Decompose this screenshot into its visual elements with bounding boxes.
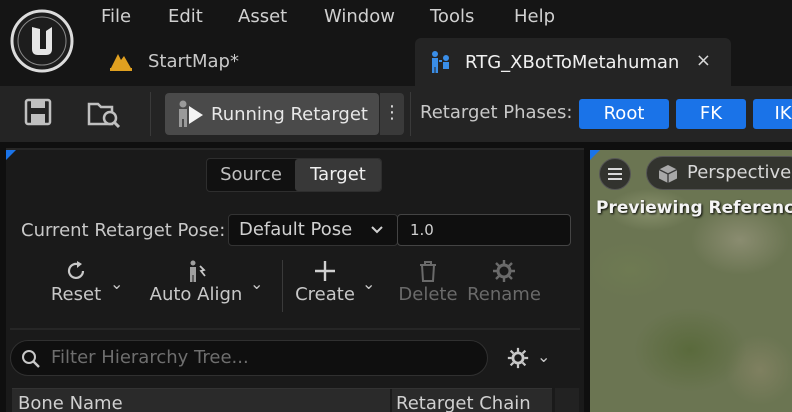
panel-divider: [10, 328, 580, 330]
hierarchy-scrollbar[interactable]: [555, 388, 579, 412]
pose-dropdown[interactable]: Default Pose: [228, 214, 398, 246]
viewport-status-text: Previewing Reference: [596, 198, 792, 218]
settings-gear-icon[interactable]: [506, 346, 530, 370]
filter-hierarchy-input[interactable]: Filter Hierarchy Tree...: [10, 340, 488, 376]
delete-label: Delete: [398, 284, 458, 305]
browse-asset-icon[interactable]: [86, 96, 122, 130]
auto-align-label: Auto Align: [149, 284, 243, 305]
running-retarget-button[interactable]: Running Retarget: [165, 93, 379, 135]
menu-file[interactable]: File: [101, 6, 131, 27]
trash-icon: [420, 261, 436, 282]
hierarchy-header-row: Bone Name Retarget Chain: [12, 388, 552, 412]
rename-label: Rename: [467, 284, 541, 305]
tab-retargeter-label: RTG_XBotToMetahuman: [465, 51, 680, 73]
menu-asset[interactable]: Asset: [238, 6, 287, 27]
filter-placeholder: Filter Hierarchy Tree...: [51, 347, 249, 368]
level-icon: [110, 54, 132, 71]
plus-icon: [315, 261, 335, 281]
toolbar-separator: [150, 92, 151, 136]
preview-viewport[interactable]: Perspective Previewing Reference: [590, 150, 792, 412]
phase-ik-toggle[interactable]: IK: [753, 99, 792, 129]
view-mode-button[interactable]: Perspective: [646, 156, 792, 190]
column-bone-name[interactable]: Bone Name: [18, 393, 123, 412]
play-retarget-icon: [179, 100, 203, 127]
source-toggle[interactable]: Source: [207, 159, 295, 191]
retargeter-icon: [432, 51, 449, 73]
unreal-logo-icon[interactable]: [10, 9, 74, 73]
cube-icon: [658, 165, 678, 183]
menu-edit[interactable]: Edit: [168, 6, 203, 27]
create-label: Create: [295, 284, 355, 305]
auto-align-button[interactable]: Auto Align: [146, 258, 246, 305]
menu-window[interactable]: Window: [324, 6, 395, 27]
reset-button[interactable]: Reset: [46, 258, 106, 305]
reset-label: Reset: [50, 284, 102, 305]
search-icon: [22, 350, 40, 368]
tab-startmap-label: StartMap*: [148, 50, 239, 72]
source-target-switch: Source Target: [206, 158, 382, 192]
menu-help[interactable]: Help: [514, 6, 555, 27]
tab-startmap[interactable]: StartMap*: [104, 40, 304, 82]
asset-toolbar: Running Retarget ⋮ Retarget Phases: Root…: [0, 86, 792, 142]
title-bar: File Edit Asset Window Tools Help StartM…: [0, 0, 792, 86]
create-button[interactable]: Create: [294, 258, 356, 305]
toolbar-separator: [410, 92, 411, 136]
view-mode-label: Perspective: [687, 162, 792, 183]
gear-icon: [493, 260, 515, 282]
panel-tab-marker: [6, 150, 16, 160]
close-tab-icon[interactable]: ×: [696, 50, 711, 71]
auto-align-dropdown-chevron-icon[interactable]: ⌄: [250, 274, 263, 293]
reset-icon: [67, 261, 85, 280]
menu-tools[interactable]: Tools: [430, 6, 474, 27]
chevron-down-icon: [371, 226, 383, 234]
save-icon[interactable]: [22, 96, 54, 128]
create-dropdown-chevron-icon[interactable]: ⌄: [362, 274, 375, 293]
current-pose-label: Current Retarget Pose:: [21, 220, 226, 241]
settings-chevron-down-icon[interactable]: ⌄: [537, 347, 550, 366]
phase-fk-toggle[interactable]: FK: [676, 99, 746, 129]
target-toggle[interactable]: Target: [295, 159, 381, 191]
auto-align-icon: [190, 260, 206, 282]
pose-dropdown-value: Default Pose: [239, 219, 353, 240]
pose-blend-input[interactable]: 1.0: [397, 214, 571, 246]
running-retarget-label: Running Retarget: [211, 103, 368, 125]
hamburger-icon: [608, 168, 622, 180]
retarget-options-button[interactable]: ⋮: [380, 93, 404, 135]
tab-retargeter[interactable]: RTG_XBotToMetahuman ×: [415, 38, 731, 86]
retarget-phases-label: Retarget Phases:: [420, 102, 573, 123]
actions-separator: [282, 260, 283, 312]
phase-root-toggle[interactable]: Root: [579, 99, 669, 129]
column-resize-handle[interactable]: [390, 389, 392, 412]
column-retarget-chain[interactable]: Retarget Chain: [396, 393, 531, 412]
rename-button[interactable]: Rename: [464, 258, 544, 305]
delete-button[interactable]: Delete: [394, 258, 462, 305]
retarget-pose-panel: Source Target Current Retarget Pose: Def…: [6, 148, 584, 412]
viewport-menu-button[interactable]: [599, 158, 631, 190]
viewport-tab-marker: [590, 150, 600, 160]
reset-dropdown-chevron-icon[interactable]: ⌄: [110, 274, 123, 293]
